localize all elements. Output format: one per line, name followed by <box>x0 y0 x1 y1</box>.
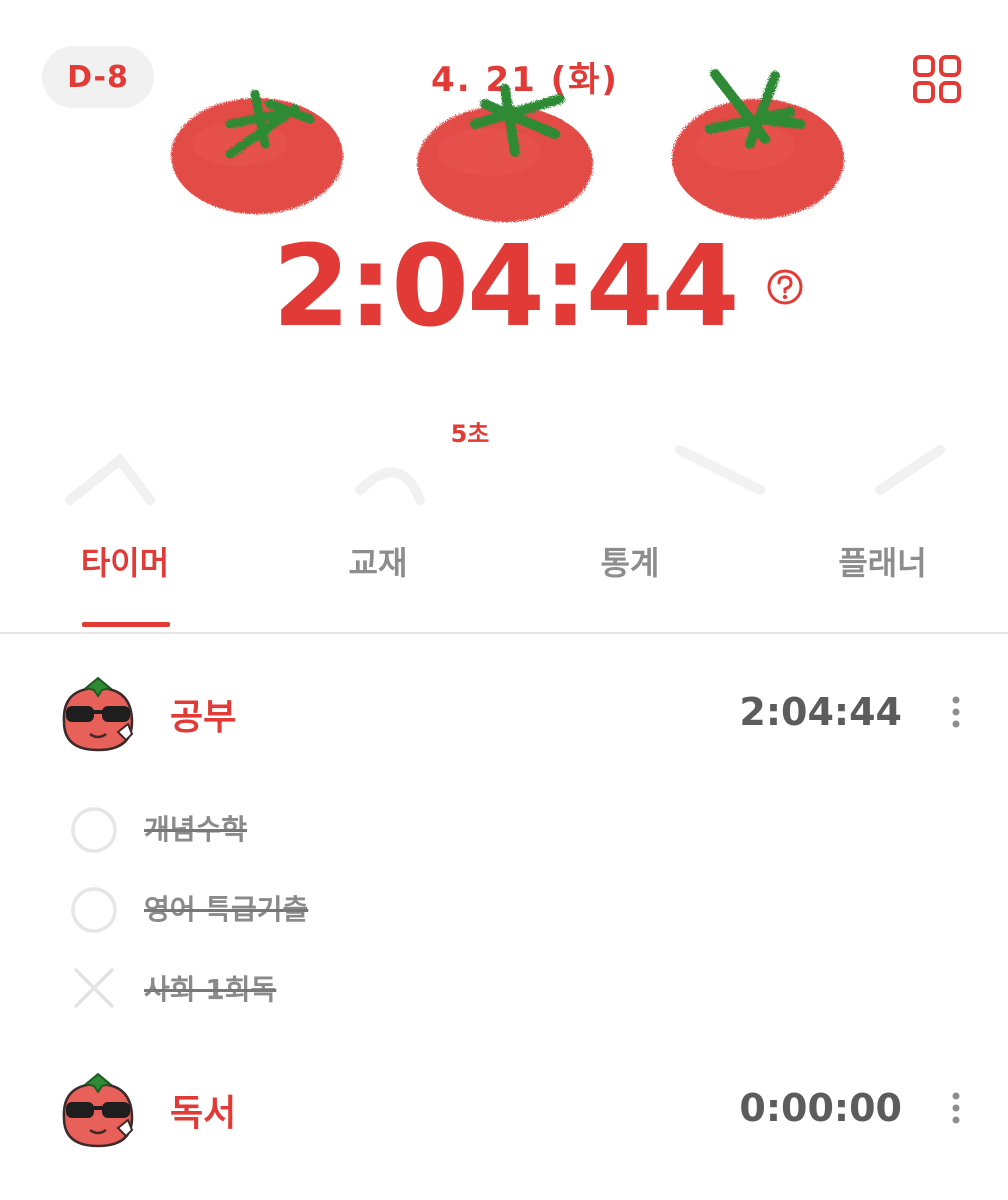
tomato-3 <box>672 69 844 219</box>
task-label: 사회 1회독 <box>144 973 277 1006</box>
tomato-2 <box>417 84 593 222</box>
tomato-1 <box>171 89 343 214</box>
subject-time: 2:04:44 <box>739 690 902 734</box>
cross-mark-icon[interactable] <box>70 964 118 1012</box>
question-icon <box>767 269 803 305</box>
task-row[interactable]: 영어 특급기출 <box>60 880 660 936</box>
task-label: 개념수학 <box>144 813 248 846</box>
seconds-note: 5초 <box>450 420 490 448</box>
task-label: 영어 특급기출 <box>144 893 309 926</box>
task-row[interactable]: 개념수학 <box>60 800 660 856</box>
tab-textbook[interactable]: 교재 <box>318 538 438 588</box>
tomato-sunglasses-icon <box>62 676 134 752</box>
subject-row-study[interactable]: 공부 2:04:44 <box>0 672 1008 756</box>
more-options-icon[interactable] <box>950 694 962 734</box>
more-options-icon[interactable] <box>950 1090 962 1130</box>
tab-planner[interactable]: 플래너 <box>815 538 950 588</box>
grid-menu-button[interactable] <box>912 54 962 104</box>
tomato-illustration <box>171 69 844 222</box>
subject-time: 0:00:00 <box>739 1086 902 1130</box>
tab-timer[interactable]: 타이머 <box>60 538 190 588</box>
tab-stats[interactable]: 통계 <box>570 538 690 588</box>
checkbox-circle-icon[interactable] <box>70 886 118 934</box>
tomato-sunglasses-icon <box>62 1072 134 1148</box>
dday-badge[interactable]: D-8 <box>42 46 154 108</box>
subject-row-reading[interactable]: 독서 0:00:00 <box>0 1068 1008 1152</box>
active-tab-indicator <box>82 622 170 627</box>
checkbox-circle-icon[interactable] <box>70 806 118 854</box>
subject-name: 공부 <box>170 697 237 738</box>
task-row[interactable]: 사회 1회독 <box>60 960 660 1016</box>
subject-name: 독서 <box>170 1093 237 1134</box>
tab-divider <box>0 632 1008 634</box>
help-button[interactable] <box>766 268 804 306</box>
total-timer: 2:04:44 <box>272 222 739 352</box>
grid-icon <box>913 55 961 103</box>
